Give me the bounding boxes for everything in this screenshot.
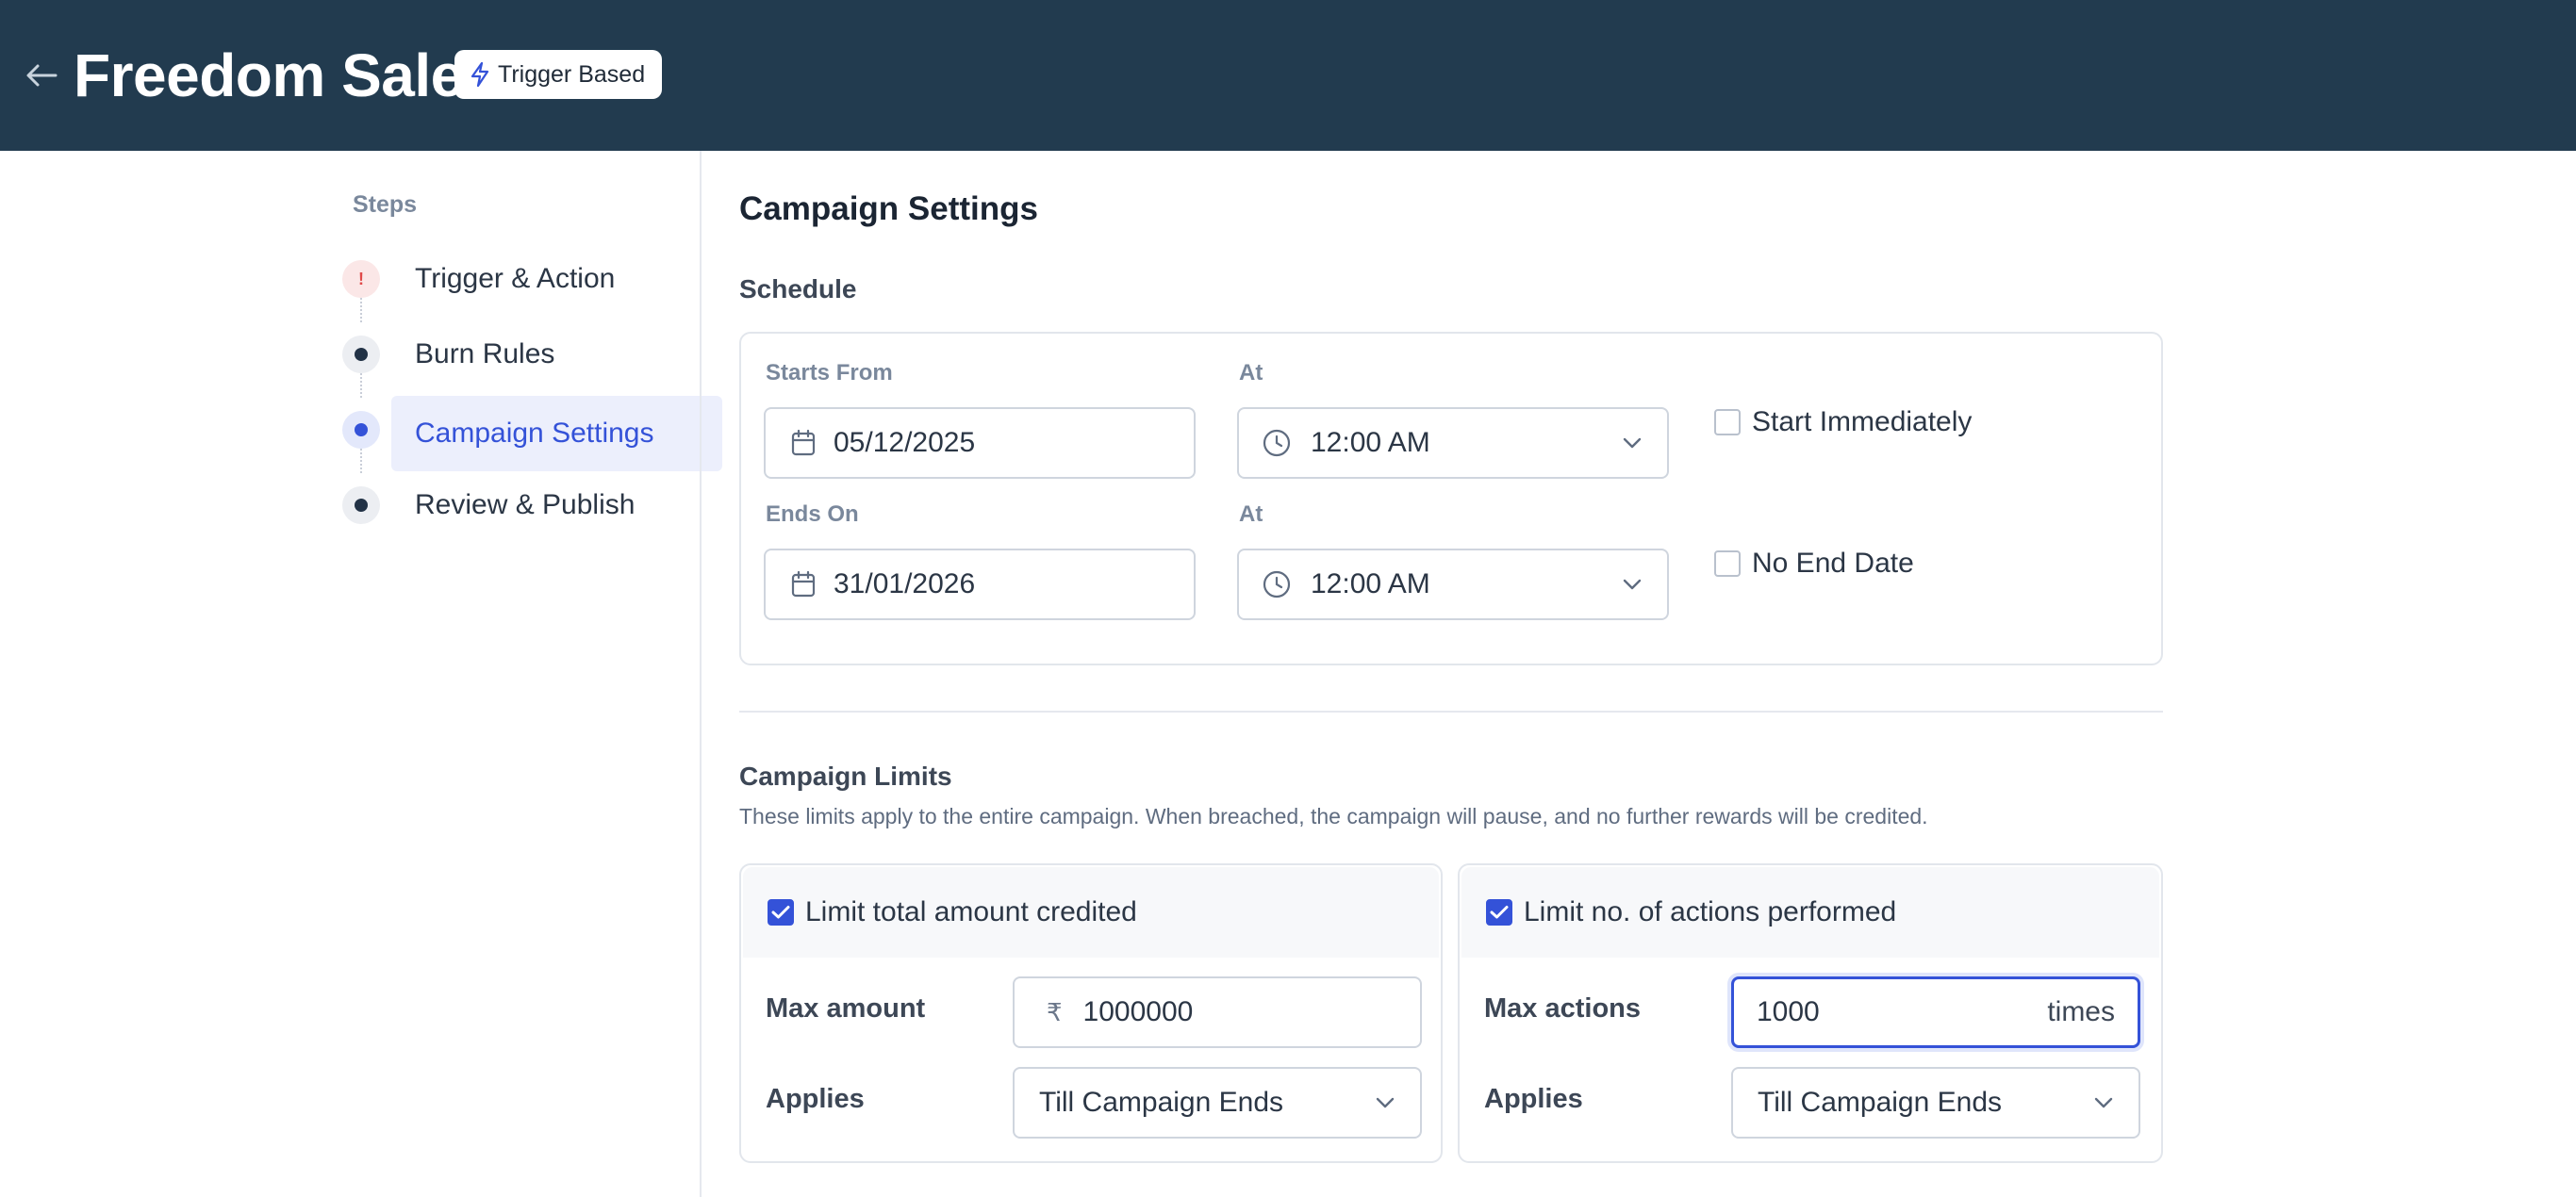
schedule-panel: Starts From 05/12/2025 At 12:00 AM Start… xyxy=(739,332,2163,665)
step-connector xyxy=(360,449,362,473)
checkbox-box[interactable] xyxy=(1714,550,1741,577)
max-actions-input[interactable]: 1000 times xyxy=(1731,976,2140,1048)
max-amount-label: Max amount xyxy=(766,993,926,1024)
max-actions-value: 1000 xyxy=(1757,996,1820,1027)
step-error-icon: ! xyxy=(342,260,380,298)
clock-icon xyxy=(1263,570,1291,598)
chevron-down-icon xyxy=(1623,579,1642,590)
amount-applies-value: Till Campaign Ends xyxy=(1039,1087,1283,1118)
check-icon xyxy=(1490,906,1509,919)
check-icon xyxy=(771,906,790,919)
checkbox-checked[interactable] xyxy=(1486,899,1512,926)
start-immediately-label: Start Immediately xyxy=(1752,406,1973,437)
max-amount-value: 1000000 xyxy=(1082,996,1194,1027)
step-label: Burn Rules xyxy=(415,338,555,369)
section-title: Campaign Settings xyxy=(739,190,1038,227)
start-time-value: 12:00 AM xyxy=(1311,427,1430,458)
step-connector xyxy=(360,373,362,398)
chevron-down-icon xyxy=(1376,1097,1395,1108)
end-date-value: 31/01/2026 xyxy=(834,568,976,599)
limit-amount-label: Limit total amount credited xyxy=(805,896,1137,927)
max-actions-label: Max actions xyxy=(1484,993,1641,1024)
chevron-down-icon xyxy=(2094,1097,2113,1108)
badge-label: Trigger Based xyxy=(498,60,646,88)
checkbox-checked[interactable] xyxy=(768,899,794,926)
end-time-value: 12:00 AM xyxy=(1311,568,1430,599)
end-at-label: At xyxy=(1239,501,1263,527)
no-end-date-checkbox[interactable]: No End Date xyxy=(1714,543,1914,584)
section-divider xyxy=(739,711,2163,713)
amount-limit-card: Limit total amount credited Max amount ₹… xyxy=(739,863,1443,1163)
campaign-limits-title: Campaign Limits xyxy=(739,762,952,791)
clock-icon xyxy=(1263,429,1291,457)
step-burn-rules[interactable]: Burn Rules xyxy=(391,317,722,392)
step-dot-icon xyxy=(342,486,380,524)
no-end-date-label: No End Date xyxy=(1752,548,1914,579)
end-time-select[interactable]: 12:00 AM xyxy=(1237,549,1669,620)
actions-applies-select[interactable]: Till Campaign Ends xyxy=(1731,1067,2140,1139)
checkbox-box[interactable] xyxy=(1714,409,1741,435)
step-trigger-action[interactable]: Trigger & Action xyxy=(391,241,722,317)
times-suffix: times xyxy=(2047,996,2115,1027)
arrow-left-icon xyxy=(26,64,58,87)
schedule-title: Schedule xyxy=(739,274,857,303)
step-label: Trigger & Action xyxy=(415,263,616,294)
step-label: Campaign Settings xyxy=(415,418,654,449)
actions-limit-card: Limit no. of actions performed Max actio… xyxy=(1458,863,2163,1163)
trigger-type-badge: Trigger Based xyxy=(454,50,663,99)
limit-actions-checkbox[interactable]: Limit no. of actions performed xyxy=(1486,892,1896,933)
start-date-value: 05/12/2025 xyxy=(834,427,976,458)
start-immediately-checkbox[interactable]: Start Immediately xyxy=(1714,402,1972,443)
step-label: Review & Publish xyxy=(415,489,636,520)
applies-label: Applies xyxy=(1484,1084,1583,1114)
ends-on-label: Ends On xyxy=(766,501,859,527)
step-campaign-settings[interactable]: Campaign Settings xyxy=(391,396,722,471)
calendar-icon xyxy=(791,429,816,456)
back-button[interactable] xyxy=(21,55,62,96)
chevron-down-icon xyxy=(1623,437,1642,449)
step-dot-active-icon xyxy=(342,411,380,449)
step-dot-icon xyxy=(342,336,380,373)
step-review-publish[interactable]: Review & Publish xyxy=(391,467,722,543)
end-date-input[interactable]: 31/01/2026 xyxy=(764,549,1196,620)
campaign-limits-description: These limits apply to the entire campaig… xyxy=(739,804,1928,828)
top-bar: Freedom Sale Trigger Based xyxy=(0,0,2576,151)
amount-applies-select[interactable]: Till Campaign Ends xyxy=(1013,1067,1422,1139)
limit-actions-label: Limit no. of actions performed xyxy=(1524,896,1897,927)
page-title: Freedom Sale xyxy=(74,41,464,109)
calendar-icon xyxy=(791,570,816,598)
actions-applies-value: Till Campaign Ends xyxy=(1758,1087,2002,1118)
steps-heading: Steps xyxy=(353,191,418,218)
lightning-icon xyxy=(471,61,489,88)
step-connector xyxy=(360,298,362,322)
rupee-icon: ₹ xyxy=(1047,997,1063,1026)
applies-label: Applies xyxy=(766,1084,865,1114)
limit-amount-checkbox[interactable]: Limit total amount credited xyxy=(768,892,1137,933)
start-date-input[interactable]: 05/12/2025 xyxy=(764,407,1196,479)
start-time-select[interactable]: 12:00 AM xyxy=(1237,407,1669,479)
start-at-label: At xyxy=(1239,360,1263,385)
starts-from-label: Starts From xyxy=(766,360,893,385)
sidebar-divider xyxy=(700,151,702,1197)
max-amount-input[interactable]: ₹ 1000000 xyxy=(1013,976,1422,1048)
